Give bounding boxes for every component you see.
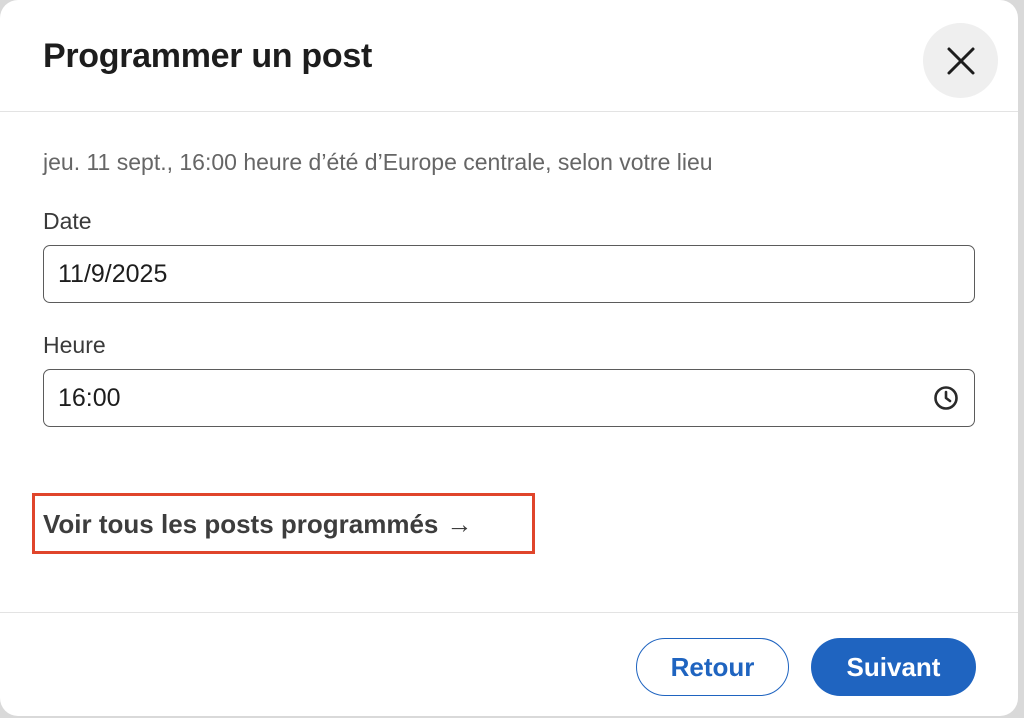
dialog-header: Programmer un post (0, 0, 1018, 112)
dialog-title: Programmer un post (43, 37, 372, 75)
close-icon (947, 47, 974, 74)
time-field[interactable]: 16:00 (43, 369, 975, 427)
arrow-right-icon: → (446, 509, 473, 539)
timezone-note: jeu. 11 sept., 16:00 heure d’été d’Europ… (43, 149, 713, 175)
date-value: 11/9/2025 (58, 260, 168, 288)
dialog-footer: Retour Suivant (0, 612, 1018, 716)
clock-icon[interactable] (933, 385, 959, 411)
time-label: Heure (43, 332, 106, 358)
close-button[interactable] (923, 23, 998, 98)
next-button[interactable]: Suivant (811, 638, 976, 696)
date-field[interactable]: 11/9/2025 (43, 245, 975, 303)
time-value: 16:00 (58, 384, 121, 412)
view-scheduled-posts-link[interactable]: Voir tous les posts programmés → (43, 507, 472, 541)
schedule-post-dialog: Programmer un post jeu. 11 sept., 16:00 … (0, 0, 1018, 716)
date-label: Date (43, 208, 92, 234)
view-scheduled-posts-label: Voir tous les posts programmés (43, 509, 439, 539)
back-button[interactable]: Retour (636, 638, 789, 696)
